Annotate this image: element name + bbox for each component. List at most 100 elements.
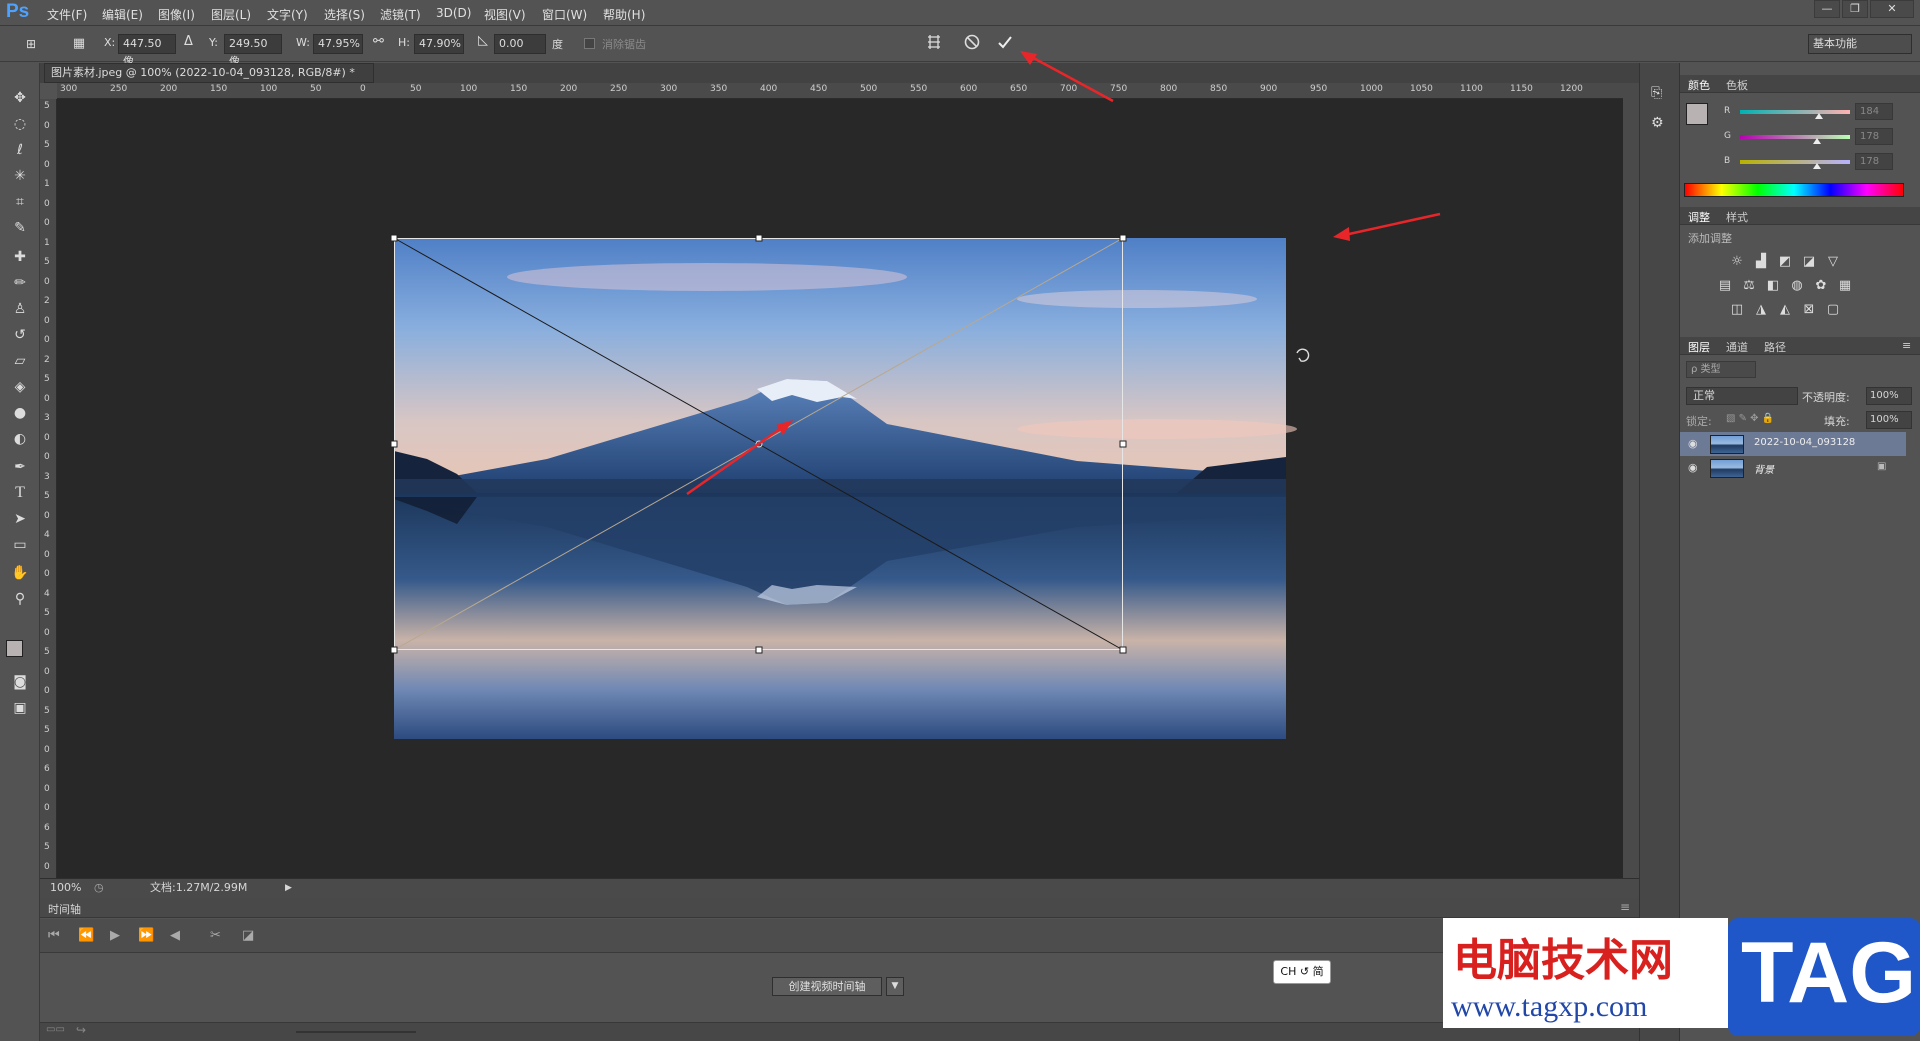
b-value[interactable]: 178 (1855, 153, 1893, 170)
exposure-icon[interactable]: ◪ (1800, 254, 1818, 270)
minimize-button[interactable]: — (1814, 0, 1840, 18)
audio-icon[interactable]: ◀ (170, 928, 180, 943)
history-brush-icon[interactable]: ↺ (8, 324, 32, 346)
lasso-tool-icon[interactable]: ℓ (8, 139, 32, 161)
move-tool-icon[interactable]: ✥ (8, 87, 32, 109)
black-white-icon[interactable]: ◧ (1764, 278, 1782, 294)
transform-tool-icon[interactable]: ⊞ (20, 33, 42, 55)
marquee-tool-icon[interactable]: ◌ (8, 113, 32, 135)
x-field[interactable]: 447.50 像 (118, 34, 176, 68)
history-panel-icon[interactable]: ⎘ (1651, 85, 1669, 103)
timeline-convert-icon[interactable]: ↪ (76, 1023, 86, 1037)
tab-color[interactable]: 颜色 (1688, 77, 1710, 93)
document-tab[interactable]: 图片素材.jpeg @ 100% (2022-10-04_093128, RGB… (44, 63, 374, 97)
menu-view[interactable]: 视图(V) (484, 6, 526, 23)
invert-icon[interactable]: ◫ (1728, 302, 1746, 318)
photo-filter-icon[interactable]: ◍ (1788, 278, 1806, 294)
color-lookup-icon[interactable]: ▦ (1836, 278, 1854, 294)
screen-mode-icon[interactable]: ▣ (8, 697, 32, 719)
menu-type[interactable]: 文字(Y) (267, 6, 308, 23)
stamp-tool-icon[interactable]: ♙ (8, 298, 32, 320)
timeline-mode-dropdown[interactable]: ▼ (886, 977, 904, 996)
status-cycle-icon[interactable]: ◷ (94, 879, 104, 897)
timeline-menu-icon[interactable]: ≡ (1620, 900, 1630, 914)
slider-thumb[interactable] (1813, 138, 1821, 144)
hue-icon[interactable]: ▤ (1716, 278, 1734, 294)
properties-panel-icon[interactable]: ⚙ (1651, 115, 1669, 133)
blur-tool-icon[interactable]: ● (8, 402, 32, 424)
vibrance-icon[interactable]: ▽ (1824, 254, 1842, 270)
layer-filter-select[interactable]: ρ 类型 (1686, 361, 1756, 378)
tab-layers[interactable]: 图层 (1688, 339, 1710, 355)
g-slider[interactable] (1740, 135, 1850, 144)
posterize-icon[interactable]: ◮ (1752, 302, 1770, 318)
blend-mode-select[interactable]: 正常 (1686, 387, 1798, 405)
lock-icons[interactable]: ▧ ✎ ✥ 🔒 (1726, 413, 1774, 424)
g-value[interactable]: 178 (1855, 128, 1893, 145)
tab-paths[interactable]: 路径 (1764, 339, 1786, 355)
slider-thumb[interactable] (1813, 163, 1821, 169)
antialias-checkbox[interactable] (584, 38, 595, 49)
gradient-map-icon[interactable]: ⊠ (1800, 302, 1818, 318)
ime-indicator[interactable]: CH ↺ 简 (1273, 960, 1331, 984)
paint-bucket-icon[interactable]: ◈ (8, 376, 32, 398)
layer-item-selected[interactable]: ◉ 2022-10-04_093128 (1680, 432, 1906, 456)
y-field[interactable]: 249.50 像 (224, 34, 282, 68)
timeline-zoom-slider[interactable] (296, 1031, 416, 1033)
hand-tool-icon[interactable]: ✋ (8, 562, 32, 584)
delta-icon[interactable]: Δ (184, 34, 193, 49)
reference-point-icon[interactable]: ▦ (68, 33, 90, 55)
first-frame-icon[interactable]: ⏮ (48, 928, 60, 943)
eraser-icon[interactable]: ▱ (8, 350, 32, 372)
zoom-tool-icon[interactable]: ⚲ (8, 588, 32, 610)
tab-channels[interactable]: 通道 (1726, 339, 1748, 355)
link-icon[interactable]: ⚯ (373, 34, 384, 49)
brightness-icon[interactable]: ☼ (1728, 254, 1746, 270)
menu-edit[interactable]: 编辑(E) (102, 6, 143, 23)
vertical-scrollbar[interactable] (1623, 83, 1639, 878)
layer-item-background[interactable]: ◉ 背景 ▣ (1680, 456, 1906, 480)
crop-tool-icon[interactable]: ⌗ (8, 191, 32, 213)
selective-color-icon[interactable]: ▢ (1824, 302, 1842, 318)
brush-tool-icon[interactable]: ✏ (8, 272, 32, 294)
quick-mask-icon[interactable]: ◙ (8, 671, 32, 693)
rectangle-tool-icon[interactable]: ▭ (8, 534, 32, 556)
close-button[interactable]: ✕ (1870, 0, 1914, 18)
color-balance-icon[interactable]: ⚖ (1740, 278, 1758, 294)
zoom-level[interactable]: 100% (50, 879, 81, 897)
restore-button[interactable]: ❐ (1842, 0, 1868, 18)
transition-icon[interactable]: ◪ (242, 928, 254, 943)
tab-adjustments[interactable]: 调整 (1688, 209, 1710, 225)
prev-frame-icon[interactable]: ⏪ (78, 928, 94, 943)
type-tool-icon[interactable]: T (8, 482, 32, 504)
levels-icon[interactable]: ▟ (1752, 254, 1770, 270)
opacity-field[interactable]: 100% (1866, 387, 1912, 405)
status-menu-arrow-icon[interactable]: ▶ (285, 879, 292, 897)
menu-3d[interactable]: 3D(D) (436, 6, 471, 20)
fill-field[interactable]: 100% (1866, 411, 1912, 429)
threshold-icon[interactable]: ◭ (1776, 302, 1794, 318)
menu-window[interactable]: 窗口(W) (542, 6, 587, 23)
menu-help[interactable]: 帮助(H) (603, 6, 645, 23)
layers-menu-icon[interactable]: ≡ (1902, 339, 1911, 352)
foreground-swatch[interactable] (1686, 103, 1708, 125)
play-icon[interactable]: ▶ (110, 928, 120, 943)
tab-swatches[interactable]: 色板 (1726, 77, 1748, 93)
cancel-transform-icon[interactable] (961, 33, 983, 55)
healing-brush-icon[interactable]: ✚ (8, 246, 32, 268)
r-slider[interactable] (1740, 110, 1850, 119)
workspace-select[interactable]: 基本功能 (1808, 34, 1912, 54)
eye-icon[interactable]: ◉ (1688, 437, 1698, 450)
b-slider[interactable] (1740, 160, 1850, 169)
foreground-color-swatch[interactable] (6, 640, 23, 657)
eyedropper-icon[interactable]: ✎ (8, 217, 32, 239)
channel-mixer-icon[interactable]: ✿ (1812, 278, 1830, 294)
canvas-area[interactable] (57, 99, 1623, 878)
dodge-tool-icon[interactable]: ◐ (8, 428, 32, 450)
angle-field[interactable]: 0.00 (494, 34, 546, 54)
create-video-timeline-button[interactable]: 创建视频时间轴 (772, 977, 882, 996)
r-value[interactable]: 184 (1855, 103, 1893, 120)
menu-image[interactable]: 图像(I) (158, 6, 195, 23)
menu-file[interactable]: 文件(F) (47, 6, 87, 23)
warp-mode-icon[interactable] (923, 33, 945, 55)
